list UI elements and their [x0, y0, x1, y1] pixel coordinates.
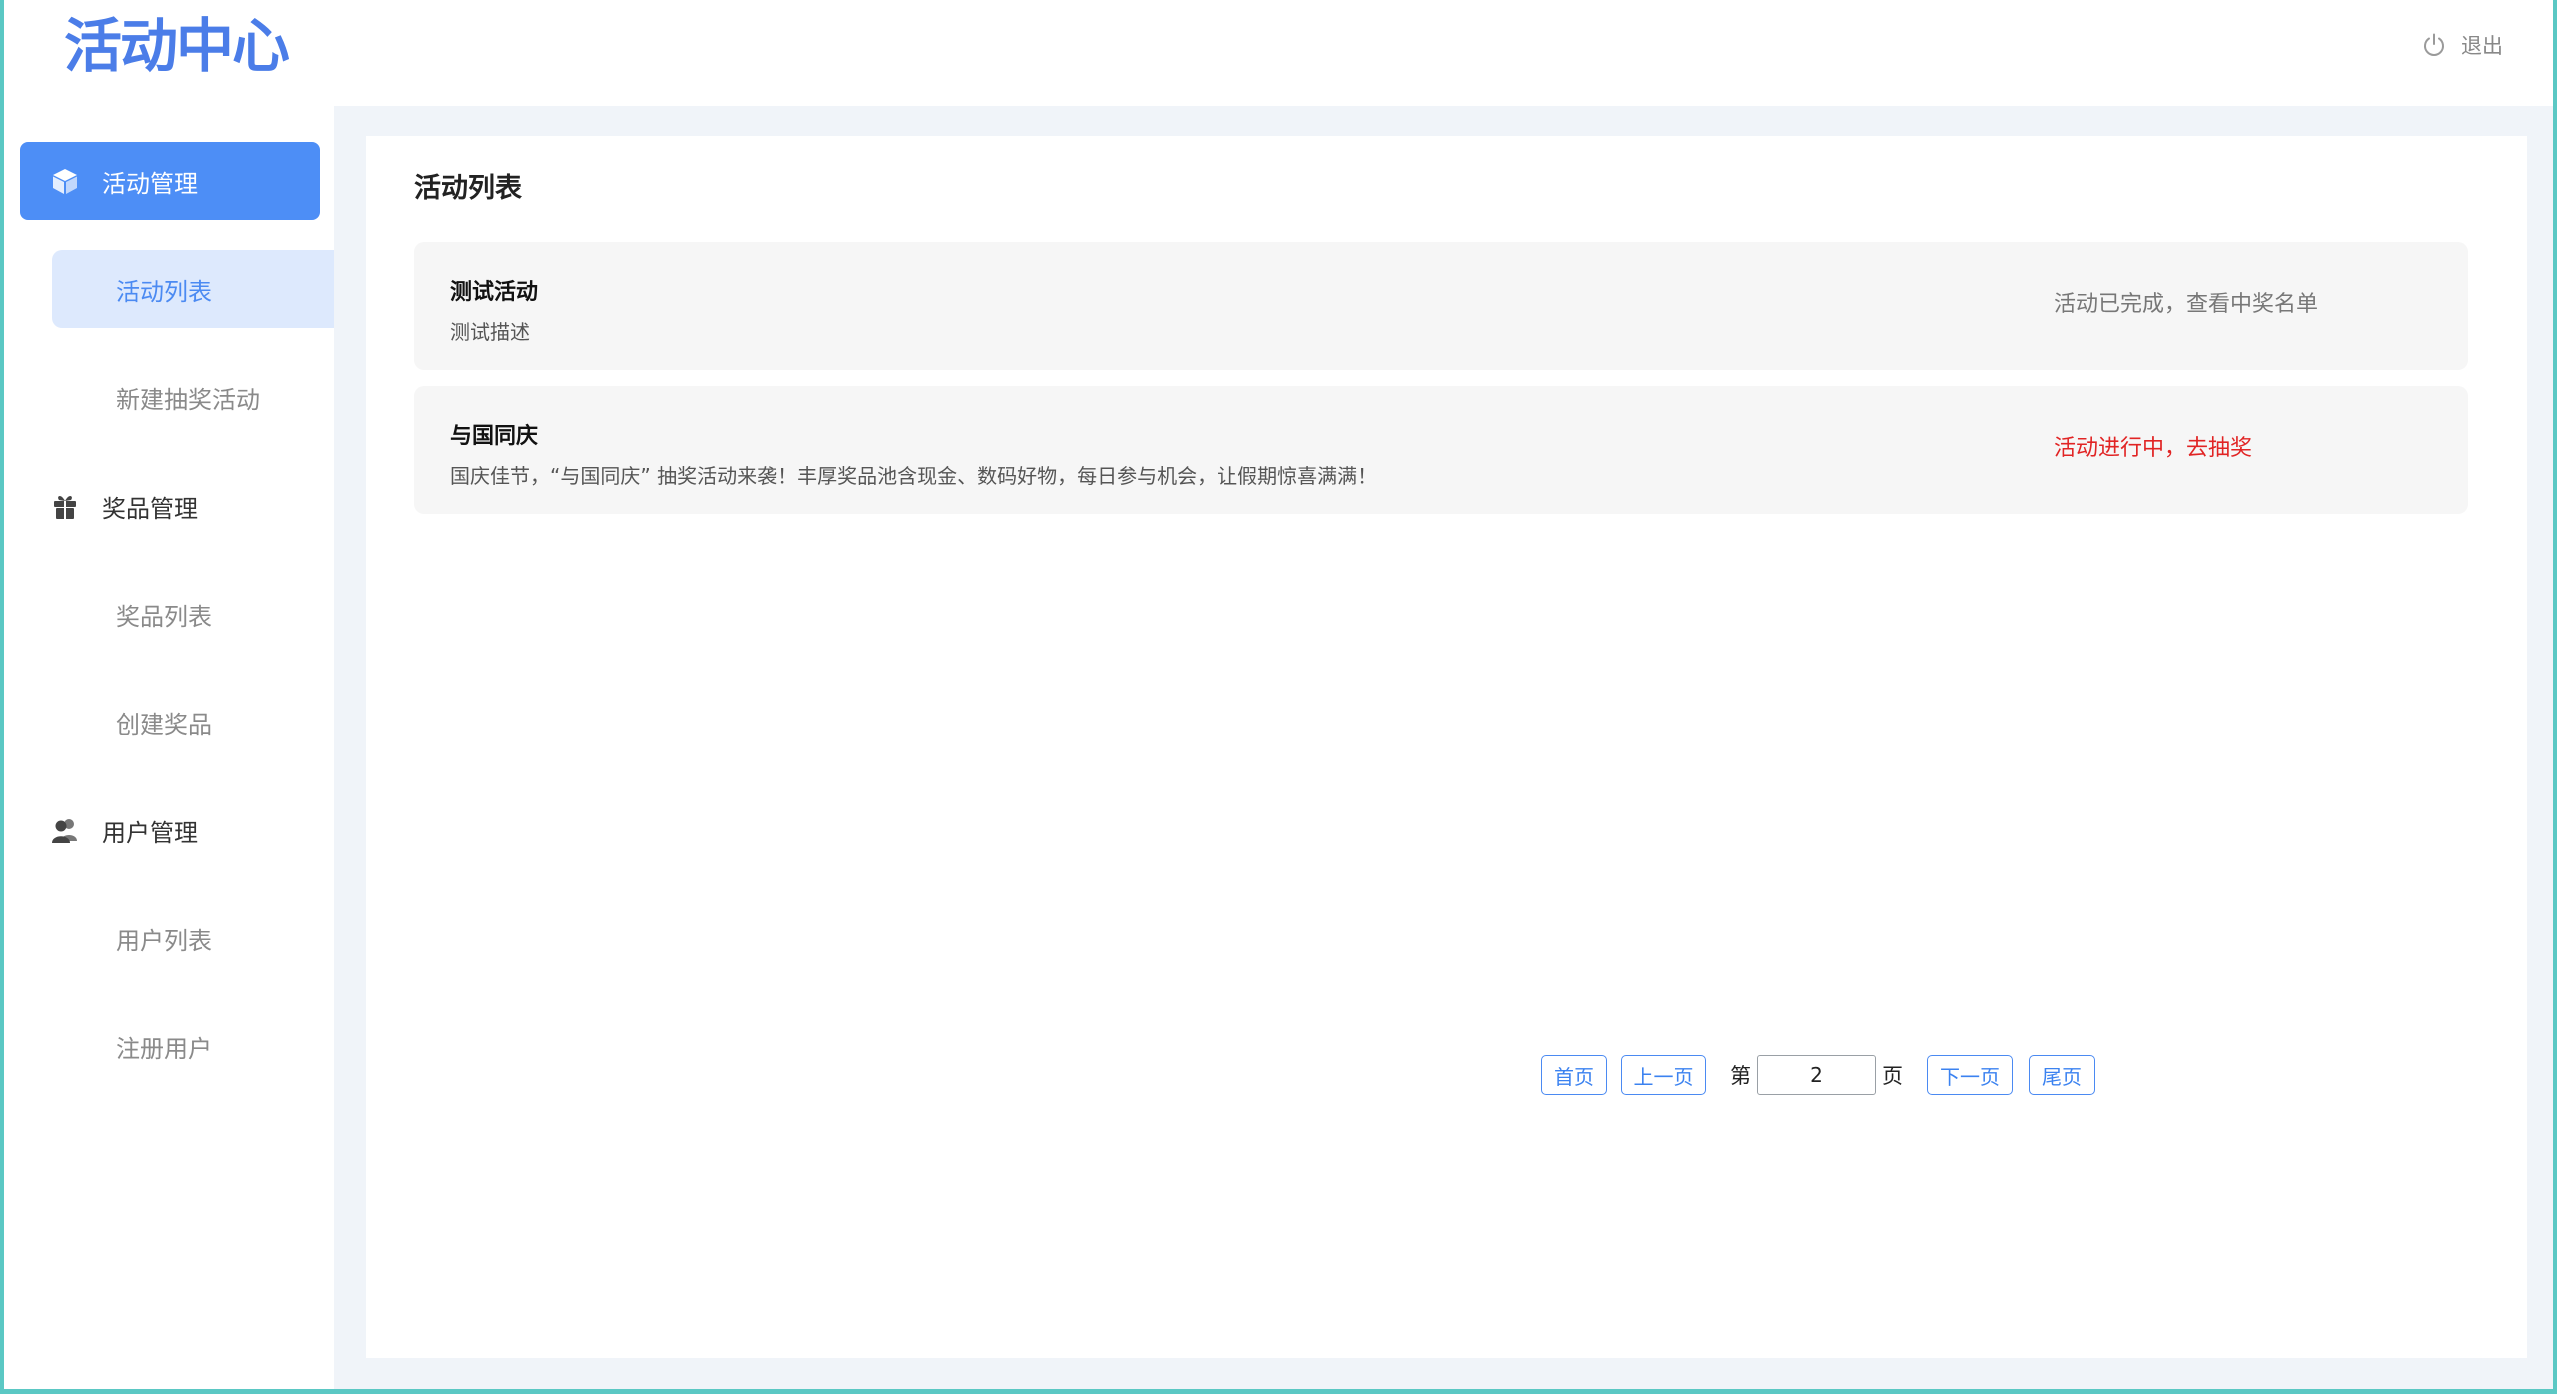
app-logo: 活动中心 — [64, 12, 290, 80]
sidebar-item-label: 注册用户 — [116, 1034, 212, 1063]
page-number-input[interactable] — [1757, 1055, 1876, 1095]
sidebar-item-label: 奖品列表 — [116, 602, 212, 631]
sidebar-item-new-lottery-activity[interactable]: 新建抽奖活动 — [52, 358, 340, 436]
app-window: 活动中心 退出 活动管理 活动列表 新建抽奖活动 奖品管理 奖品列表 创建奖品 … — [0, 0, 2557, 1394]
top-header: 活动中心 退出 — [4, 0, 2553, 106]
activity-status-link[interactable]: 活动进行中，去抽奖 — [2054, 430, 2252, 462]
sidebar-group-label: 奖品管理 — [102, 494, 198, 523]
prev-page-button[interactable]: 上一页 — [1621, 1055, 1706, 1095]
activity-card[interactable]: 与国同庆 国庆佳节，“与国同庆” 抽奖活动来袭！丰厚奖品池含现金、数码好物，每日… — [414, 386, 2468, 514]
cube-icon — [48, 164, 82, 198]
page-suffix-label: 页 — [1882, 1064, 1903, 1088]
gift-icon — [48, 489, 82, 523]
sidebar-item-activity-list[interactable]: 活动列表 — [52, 250, 340, 328]
next-page-button[interactable]: 下一页 — [1927, 1055, 2013, 1095]
page-prefix-label: 第 — [1730, 1064, 1751, 1088]
activity-title: 与国同庆 — [450, 424, 539, 449]
activity-card[interactable]: 测试活动 测试描述 活动已完成，查看中奖名单 — [414, 242, 2468, 370]
activity-description: 测试描述 — [450, 320, 530, 344]
logout-label: 退出 — [2461, 34, 2503, 58]
sidebar-item-label: 活动列表 — [116, 277, 212, 306]
users-icon — [48, 813, 82, 847]
sidebar: 活动管理 活动列表 新建抽奖活动 奖品管理 奖品列表 创建奖品 用户管理 用户列… — [4, 106, 340, 1389]
activity-title: 测试活动 — [450, 280, 539, 305]
pagination: 首页 上一页 第 页 下一页 尾页 — [1541, 1054, 2095, 1096]
sidebar-item-label: 新建抽奖活动 — [116, 385, 260, 414]
first-page-button[interactable]: 首页 — [1541, 1055, 1607, 1095]
sidebar-item-prize-list[interactable]: 奖品列表 — [52, 575, 340, 653]
sidebar-item-label: 创建奖品 — [116, 710, 212, 739]
sidebar-group-activity-management[interactable]: 活动管理 — [20, 142, 320, 220]
sidebar-group-user-management[interactable]: 用户管理 — [20, 791, 320, 869]
page-title: 活动列表 — [414, 173, 522, 204]
sidebar-item-user-list[interactable]: 用户列表 — [52, 899, 340, 977]
sidebar-group-prize-management[interactable]: 奖品管理 — [20, 467, 320, 545]
logout-button[interactable]: 退出 — [2421, 30, 2503, 60]
activity-status-link[interactable]: 活动已完成，查看中奖名单 — [2054, 286, 2318, 318]
activity-description: 国庆佳节，“与国同庆” 抽奖活动来袭！丰厚奖品池含现金、数码好物，每日参与机会，… — [450, 464, 1378, 488]
sidebar-item-label: 用户列表 — [116, 926, 212, 955]
power-icon — [2421, 32, 2447, 58]
sidebar-group-label: 活动管理 — [102, 169, 198, 198]
last-page-button[interactable]: 尾页 — [2029, 1055, 2095, 1095]
sidebar-item-create-prize[interactable]: 创建奖品 — [52, 683, 340, 761]
sidebar-item-register-user[interactable]: 注册用户 — [52, 1007, 340, 1085]
activity-list-panel: 活动列表 测试活动 测试描述 活动已完成，查看中奖名单 与国同庆 国庆佳节，“与… — [366, 136, 2527, 1358]
sidebar-group-label: 用户管理 — [102, 818, 198, 847]
